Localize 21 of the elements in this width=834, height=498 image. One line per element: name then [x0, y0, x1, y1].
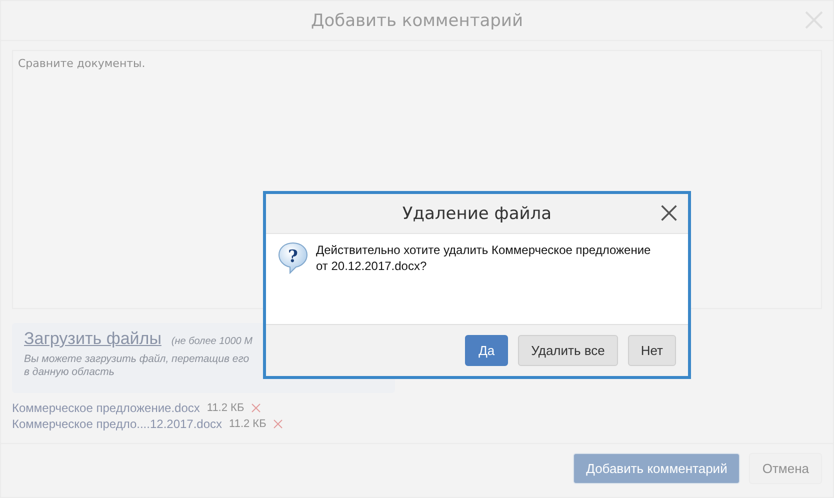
remove-icon: [273, 418, 284, 428]
remove-button[interactable]: [251, 402, 262, 414]
size-limit-text: (не более 1000 М: [171, 336, 252, 347]
cancel-button[interactable]: Отмена: [749, 453, 822, 484]
upload-link[interactable]: Загрузить файлы: [24, 329, 162, 349]
file-size: 11.2 КБ: [206, 402, 244, 414]
dialog-button[interactable]: Удалить все: [518, 335, 618, 366]
confirm-message: Действительно хотите удалить Коммерческое предложение от 20.12.2017.docx?: [316, 242, 652, 275]
close-icon: [660, 204, 678, 222]
dialog-button[interactable]: Нет: [628, 335, 676, 366]
file-name: Коммерческое предло....12.2017.docx: [12, 417, 222, 431]
file-size: 11.2 КБ: [229, 418, 266, 430]
submit-button[interactable]: Добавить комментарий: [573, 453, 740, 484]
dialog-title: Удаление файла: [402, 204, 552, 224]
remove-icon: [251, 402, 262, 412]
upload-hint: Вы можете загрузить файл, перетащив его в данную область: [24, 353, 250, 379]
question-icon: ?: [278, 242, 308, 274]
file-name: Коммерческое предложение.docx: [12, 401, 200, 415]
confirm-button[interactable]: Да: [465, 335, 508, 366]
dialog-title: Добавить комментарий: [310, 10, 524, 30]
remove-button[interactable]: [273, 418, 284, 430]
